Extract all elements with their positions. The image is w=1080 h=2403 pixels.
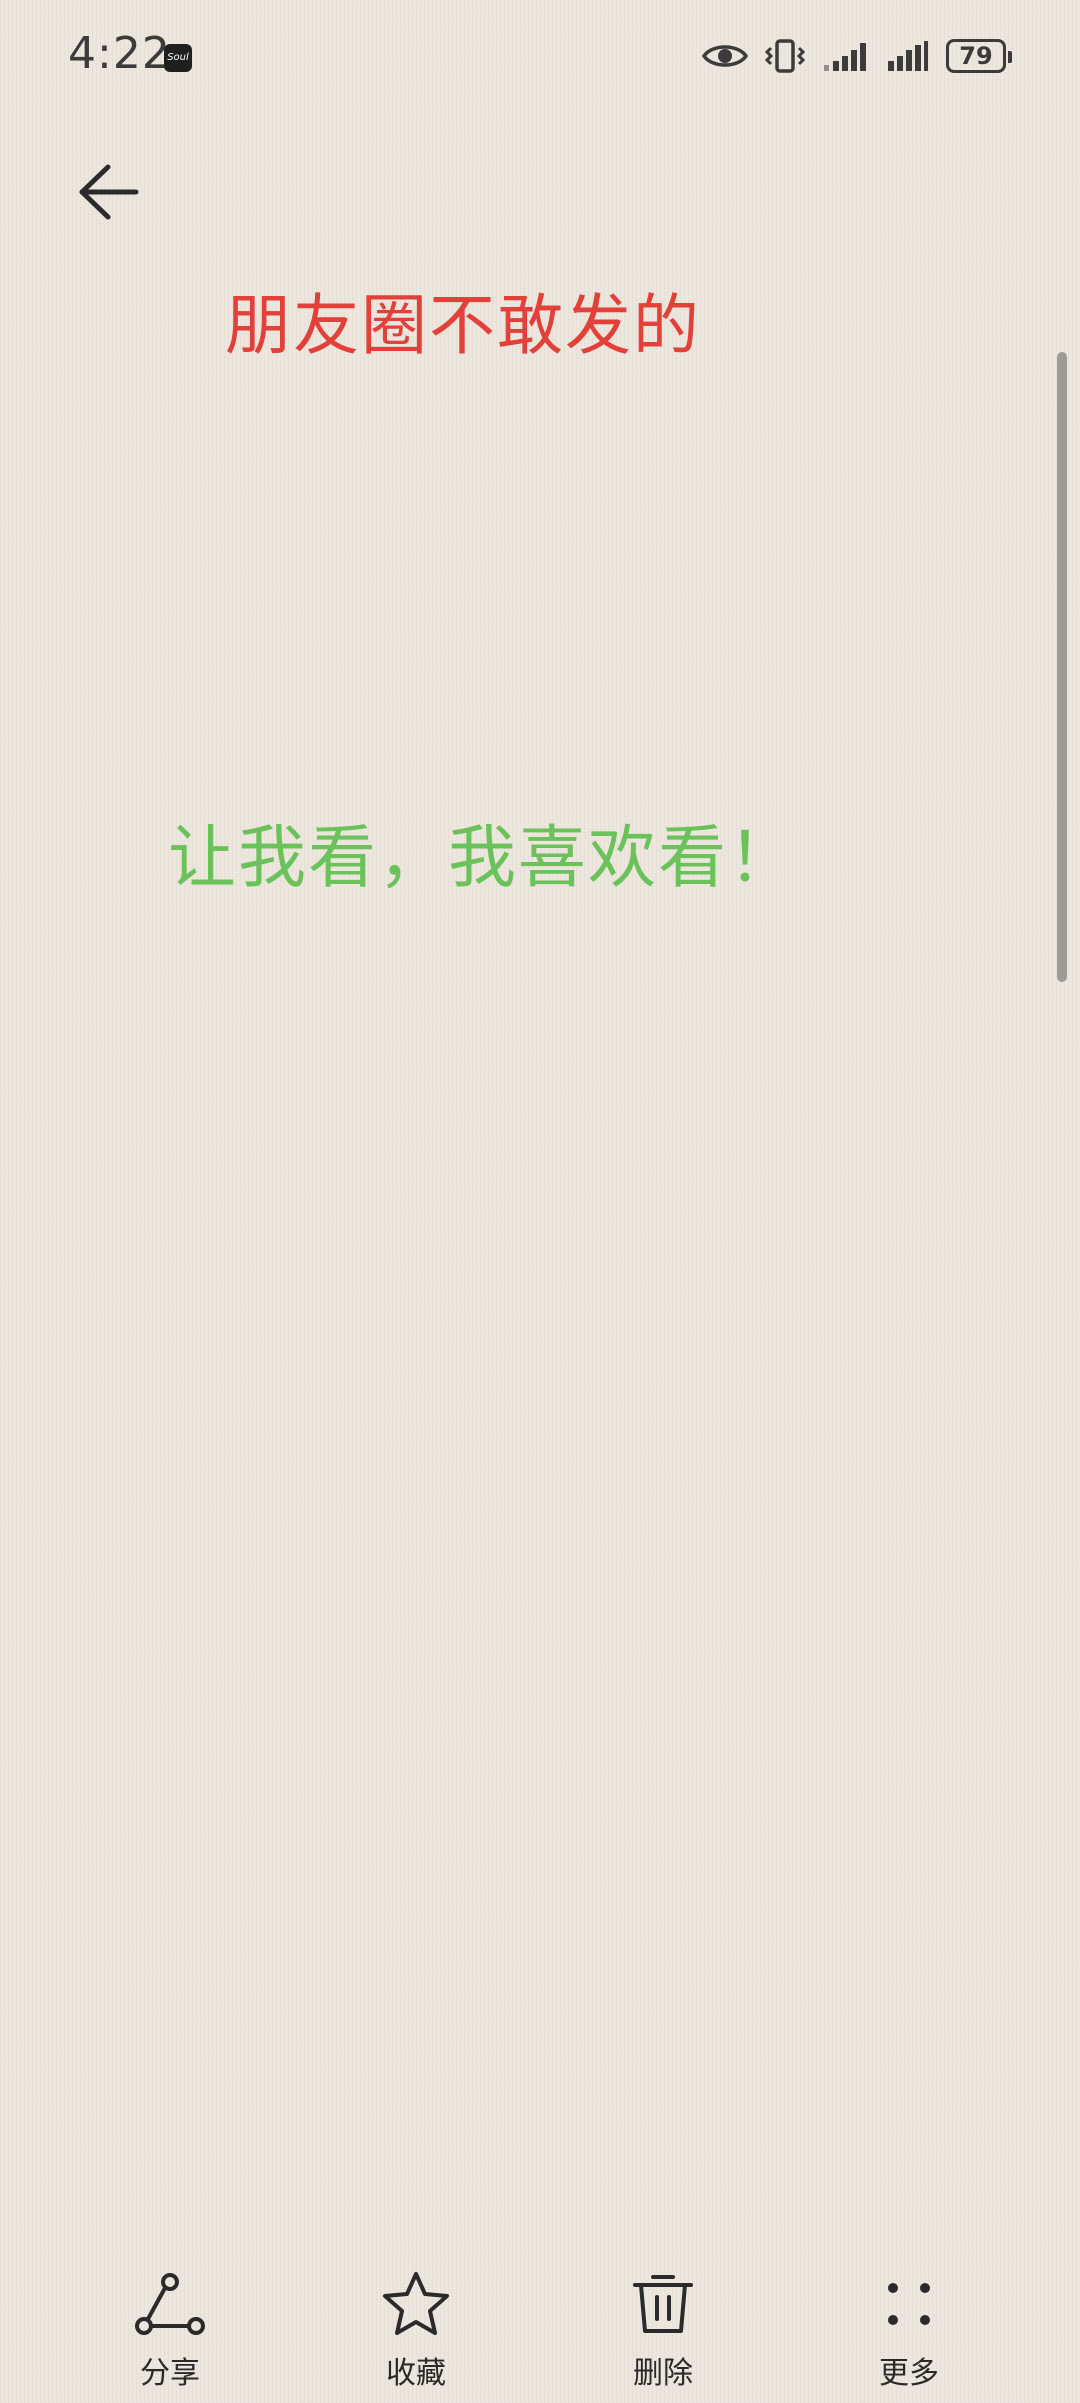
bottom-toolbar: 分享 收藏 删除 更多 xyxy=(0,2250,1080,2403)
status-bar: 4:22 Soul 79 xyxy=(0,0,1080,110)
arrow-left-icon xyxy=(79,164,139,220)
share-icon xyxy=(135,2273,205,2335)
soul-app-badge-text: Soul xyxy=(167,52,189,63)
eye-icon xyxy=(702,45,748,67)
signal-bars-icon xyxy=(888,41,928,71)
soul-app-icon: Soul xyxy=(164,44,192,72)
favorite-button[interactable]: 收藏 xyxy=(341,2264,491,2392)
more-dots-icon xyxy=(888,2283,930,2325)
star-icon xyxy=(383,2272,449,2335)
delete-button[interactable]: 删除 xyxy=(588,2264,738,2392)
trash-icon xyxy=(633,2275,693,2333)
more-button[interactable]: 更多 xyxy=(834,2264,984,2392)
delete-label: 删除 xyxy=(633,2356,693,2391)
note-body[interactable]: 让我看，我喜欢看！ xyxy=(168,802,798,901)
favorite-label: 收藏 xyxy=(386,2356,446,2391)
back-button[interactable] xyxy=(66,150,150,234)
share-label: 分享 xyxy=(140,2356,200,2391)
status-time: 4:22 xyxy=(68,28,171,79)
signal-bars-icon xyxy=(824,43,866,71)
scrollbar[interactable] xyxy=(1057,352,1067,982)
more-label: 更多 xyxy=(879,2356,939,2391)
status-icons: 79 xyxy=(702,34,1012,78)
battery-icon: 79 xyxy=(946,39,1012,73)
share-button[interactable]: 分享 xyxy=(95,2264,245,2392)
battery-level: 79 xyxy=(959,42,993,70)
note-title[interactable]: 朋友圈不敢发的 xyxy=(225,272,701,368)
vibrate-icon xyxy=(764,39,806,73)
